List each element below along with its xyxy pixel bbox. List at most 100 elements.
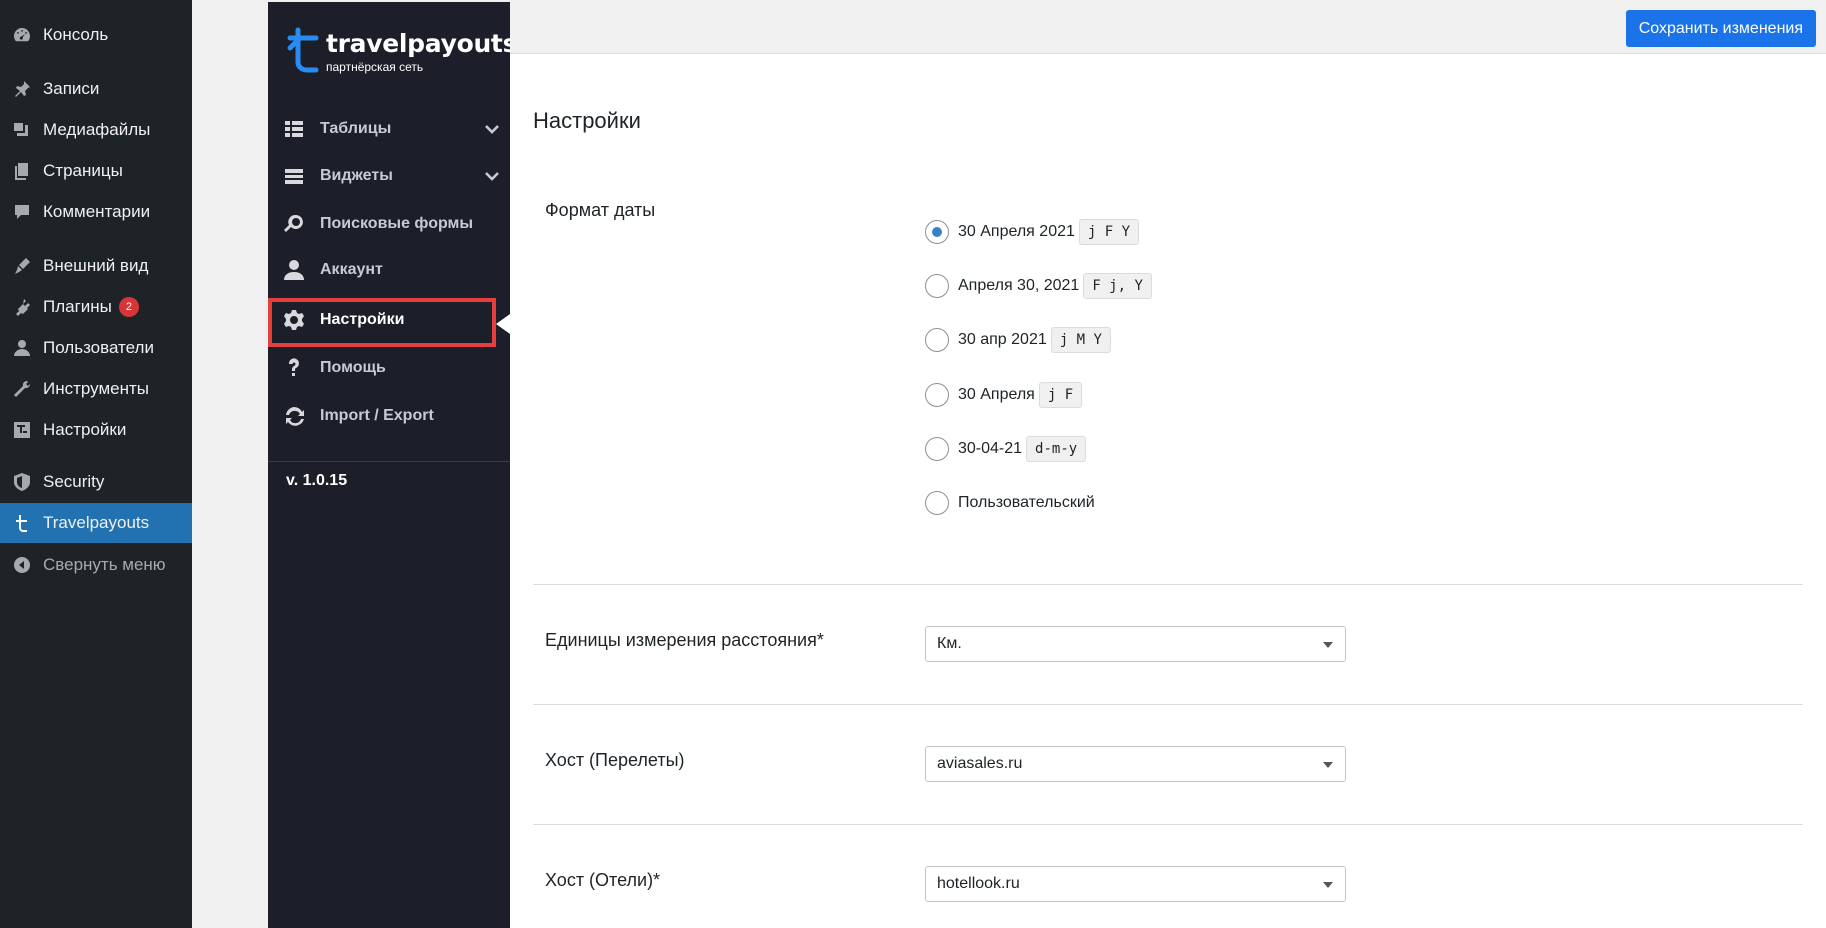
active-pointer-arrow [496, 314, 510, 334]
nav-item-tables[interactable]: Таблицы [268, 107, 510, 151]
radio-button[interactable] [925, 274, 949, 298]
select-value: hotellook.ru [937, 875, 1020, 892]
format-code: d-m-y [1026, 436, 1087, 462]
wp-menu-label: Комментарии [43, 202, 151, 221]
nav-item-account[interactable]: Аккаунт [268, 248, 510, 292]
date-format-label: Формат даты [545, 200, 656, 220]
option-label: 30 Апреля [958, 386, 1035, 403]
brand-name: travelpayouts [326, 29, 518, 58]
settings-icon [11, 419, 33, 441]
wp-menu-item-users[interactable]: Пользователи [0, 328, 192, 368]
date-format-option-j-M-Y[interactable]: 30 апр 2021 j M Y [925, 326, 1111, 354]
wp-menu-item-comments[interactable]: Комментарии [0, 192, 192, 232]
plugins-icon [11, 296, 33, 318]
travelpayouts-icon [11, 512, 33, 534]
dropdown-arrow-icon [1323, 762, 1333, 768]
wp-menu-item-plugins[interactable]: Плагины 2 [0, 287, 192, 327]
option-label: 30 апр 2021 [958, 331, 1047, 348]
wp-menu-label: Инструменты [43, 379, 150, 398]
radio-button[interactable] [925, 491, 949, 515]
wp-menu-item-pages[interactable]: Страницы [0, 151, 192, 191]
nav-item-help[interactable]: Помощь [268, 346, 510, 390]
user-icon [282, 258, 306, 282]
shield-icon [11, 471, 33, 493]
top-toolbar: Сохранить изменения [510, 2, 1826, 54]
wp-menu-label: Плагины [43, 297, 112, 316]
update-count-badge: 2 [118, 297, 139, 317]
flights-host-select[interactable]: aviasales.ru [925, 746, 1346, 782]
collapse-menu-button[interactable]: Свернуть меню [0, 545, 192, 585]
wp-menu-label: Пользователи [43, 338, 154, 357]
nav-label: Import / Export [320, 407, 434, 424]
media-icon [11, 119, 33, 141]
table-icon [282, 117, 306, 141]
date-format-option-d-m-y[interactable]: 30-04-21 d-m-y [925, 435, 1087, 463]
radio-button[interactable] [925, 220, 949, 244]
wp-menu-item-security[interactable]: Security [0, 462, 192, 502]
wp-menu-item-appearance[interactable]: Внешний вид [0, 246, 192, 286]
sync-icon [282, 404, 306, 428]
option-label: 30-04-21 [958, 440, 1023, 457]
hotels-host-select[interactable]: hotellook.ru [925, 866, 1346, 902]
travelpayouts-logo[interactable]: travelpayouts партнёрская сеть [286, 26, 517, 78]
wp-menu-item-tools[interactable]: Инструменты [0, 369, 192, 409]
date-format-option-custom[interactable]: Пользовательский [925, 489, 1095, 517]
nav-label: Аккаунт [320, 261, 383, 278]
flights-host-label: Хост (Перелеты) [545, 750, 685, 770]
chevron-down-icon[interactable] [482, 119, 502, 139]
settings-content: Настройки Формат даты 30 Апреля 2021 j F… [510, 54, 1826, 928]
wp-menu-item-media[interactable]: Медиафайлы [0, 110, 192, 150]
pages-icon [11, 160, 33, 182]
option-label: Пользовательский [958, 494, 1095, 511]
date-format-option-F-j-Y[interactable]: Апреля 30, 2021 F j, Y [925, 272, 1152, 300]
save-changes-button[interactable]: Сохранить изменения [1625, 10, 1816, 47]
wp-menu-label: Консоль [43, 25, 109, 44]
wp-menu-item-dashboard[interactable]: Консоль [0, 15, 192, 55]
section-divider [533, 584, 1803, 585]
radio-button[interactable] [925, 437, 949, 461]
date-format-option-j-F[interactable]: 30 Апреля j F [925, 381, 1083, 409]
chevron-down-icon[interactable] [482, 166, 502, 186]
appearance-icon [11, 255, 33, 277]
question-icon [282, 356, 306, 380]
radio-button[interactable] [925, 328, 949, 352]
option-label: 30 Апреля 2021 [958, 223, 1075, 240]
select-value: Км. [937, 635, 962, 652]
plugin-version: v. 1.0.15 [286, 472, 348, 489]
widgets-icon [282, 164, 306, 188]
wp-menu-label: Страницы [43, 161, 123, 180]
wp-menu-label: Свернуть меню [43, 555, 166, 574]
format-code: j M Y [1050, 327, 1111, 353]
dropdown-arrow-icon [1323, 642, 1333, 648]
nav-label: Помощь [320, 359, 386, 376]
travelpayouts-logo-icon [287, 27, 319, 73]
section-divider [533, 704, 1803, 705]
nav-label: Таблицы [320, 120, 392, 137]
wp-admin-menu: Консоль Записи Медиафайлы Страницы Комме… [0, 0, 192, 928]
comments-icon [11, 201, 33, 223]
nav-item-import-export[interactable]: Import / Export [268, 394, 510, 438]
nav-item-search-forms[interactable]: Поисковые формы [268, 202, 510, 246]
brand-subtitle: партнёрская сеть [326, 60, 424, 74]
users-icon [11, 337, 33, 359]
date-format-option-j-F-Y[interactable]: 30 Апреля 2021 j F Y [925, 218, 1140, 246]
dashboard-icon [11, 24, 33, 46]
plugin-sidebar: travelpayouts партнёрская сеть Таблицы В… [268, 2, 517, 928]
gear-icon [282, 308, 306, 332]
tools-icon [11, 378, 33, 400]
distance-units-select[interactable]: Км. [925, 626, 1346, 662]
option-label: Апреля 30, 2021 [958, 277, 1080, 294]
radio-button[interactable] [925, 383, 949, 407]
wp-menu-item-settings[interactable]: Настройки [0, 410, 192, 450]
nav-item-widgets[interactable]: Виджеты [268, 154, 510, 198]
wp-menu-item-travelpayouts[interactable]: Travelpayouts [0, 503, 192, 543]
wp-menu-label: Медиафайлы [43, 120, 151, 139]
nav-divider [268, 461, 510, 462]
dropdown-arrow-icon [1323, 882, 1333, 888]
nav-item-settings[interactable]: Настройки [268, 298, 510, 342]
nav-label: Виджеты [320, 167, 393, 184]
distance-units-label: Единицы измерения расстояния* [545, 630, 824, 650]
wp-menu-label: Внешний вид [43, 256, 149, 275]
wp-menu-item-posts[interactable]: Записи [0, 69, 192, 109]
nav-label: Настройки [320, 311, 405, 328]
